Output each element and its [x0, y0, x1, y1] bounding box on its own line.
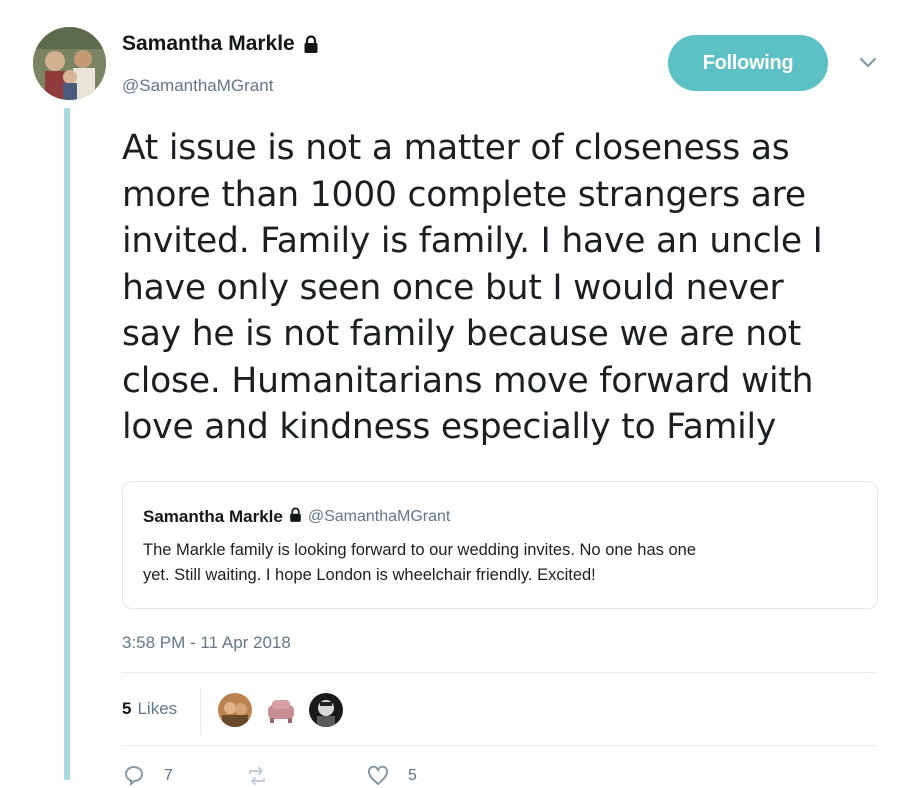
- like-button[interactable]: 5: [366, 764, 417, 788]
- quoted-author-name: Samantha Markle: [143, 507, 283, 526]
- author-display-name[interactable]: Samantha Markle: [122, 32, 295, 56]
- reply-count: 7: [164, 767, 173, 784]
- tweet-text-line: love and kindness especially to Family: [122, 407, 777, 447]
- quoted-tweet-text: The Markle family is looking forward to …: [143, 538, 863, 588]
- liker-avatar-3[interactable]: [309, 693, 343, 727]
- likes-label: Likes: [137, 699, 178, 718]
- heart-icon: [366, 764, 390, 788]
- lock-icon: [289, 507, 302, 527]
- liker-avatar-2[interactable]: [264, 693, 298, 727]
- likes-stat[interactable]: 5 Likes: [122, 699, 177, 719]
- reply-icon: [122, 764, 146, 788]
- tweet-text-line: invited. Family is family. I have an unc…: [122, 221, 823, 261]
- tweet-timestamp[interactable]: 3:58 PM - 11 Apr 2018: [122, 633, 291, 653]
- lock-icon: [303, 35, 319, 53]
- tweet-text-line: At issue is not a matter of closeness as: [122, 128, 790, 168]
- quoted-tweet-card[interactable]: Samantha Markle @SamanthaMGrant The Mark…: [122, 481, 878, 609]
- tweet-text: At issue is not a matter of closeness as…: [122, 125, 882, 451]
- retweet-icon: [245, 764, 269, 788]
- divider: [200, 688, 201, 734]
- reply-button[interactable]: 7: [122, 764, 173, 788]
- like-count: 5: [408, 767, 417, 784]
- divider: [122, 672, 876, 673]
- avatar-photo: [33, 27, 106, 100]
- thread-line: [64, 108, 70, 780]
- author-handle[interactable]: @SamanthaMGrant: [122, 76, 273, 96]
- quoted-author-handle: @SamanthaMGrant: [307, 508, 451, 525]
- tweet-text-line: close. Humanitarians move forward with: [122, 360, 814, 401]
- tweet-text-line: more than 1000 complete strangers are: [122, 174, 806, 215]
- quoted-text-line: The Markle family is looking forward to …: [143, 541, 697, 559]
- following-button[interactable]: Following: [668, 35, 828, 91]
- author-avatar[interactable]: [33, 27, 106, 100]
- liker-avatar-1[interactable]: [218, 693, 252, 727]
- divider: [122, 745, 876, 746]
- quoted-author-row: Samantha Markle @SamanthaMGrant: [143, 507, 450, 527]
- likes-count: 5: [122, 699, 132, 718]
- chevron-down-icon[interactable]: [858, 55, 878, 69]
- tweet-text-line: say he is not family because we are not: [122, 314, 802, 354]
- quoted-text-line: yet. Still waiting. I hope London is whe…: [143, 566, 596, 584]
- author-name-row[interactable]: Samantha Markle: [122, 32, 319, 56]
- retweet-button[interactable]: [245, 764, 269, 788]
- tweet-text-line: have only seen once but I would never: [122, 267, 784, 308]
